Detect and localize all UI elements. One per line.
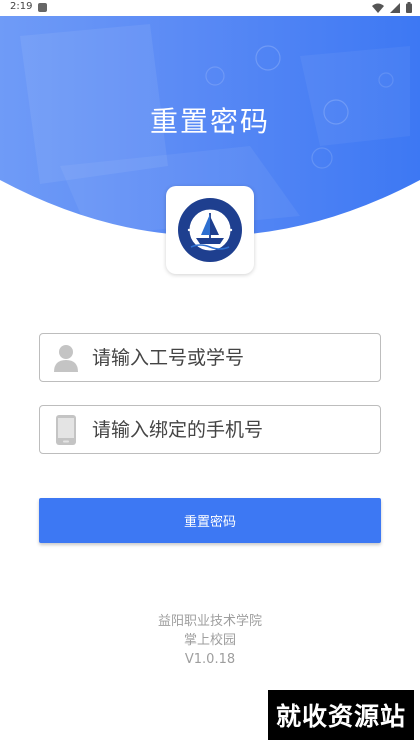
user-icon	[40, 334, 92, 381]
reset-password-button[interactable]: 重置密码	[39, 498, 381, 543]
account-input-field[interactable]	[39, 333, 381, 382]
status-bar: 2:19	[0, 0, 420, 16]
footer-app-name: 掌上校园	[183, 633, 236, 648]
account-input[interactable]	[92, 334, 372, 381]
status-icons	[372, 2, 412, 13]
status-time: 2:19	[10, 1, 33, 12]
phone-input[interactable]	[92, 406, 372, 453]
notification-icon	[38, 3, 47, 12]
school-logo-icon	[178, 198, 242, 262]
watermark-badge: 就收资源站	[268, 690, 414, 740]
wifi-icon	[372, 3, 384, 13]
footer: 益阳职业技术学院 掌上校园 V1.0.18	[0, 612, 420, 669]
signal-icon	[390, 2, 400, 13]
school-logo-card	[166, 186, 254, 274]
battery-icon	[406, 2, 412, 13]
footer-version: V1.0.18	[184, 652, 236, 667]
phone-icon	[40, 406, 92, 453]
page-title: 重置密码	[149, 105, 270, 138]
footer-school-name: 益阳职业技术学院	[157, 614, 262, 629]
phone-input-field[interactable]	[39, 405, 381, 454]
